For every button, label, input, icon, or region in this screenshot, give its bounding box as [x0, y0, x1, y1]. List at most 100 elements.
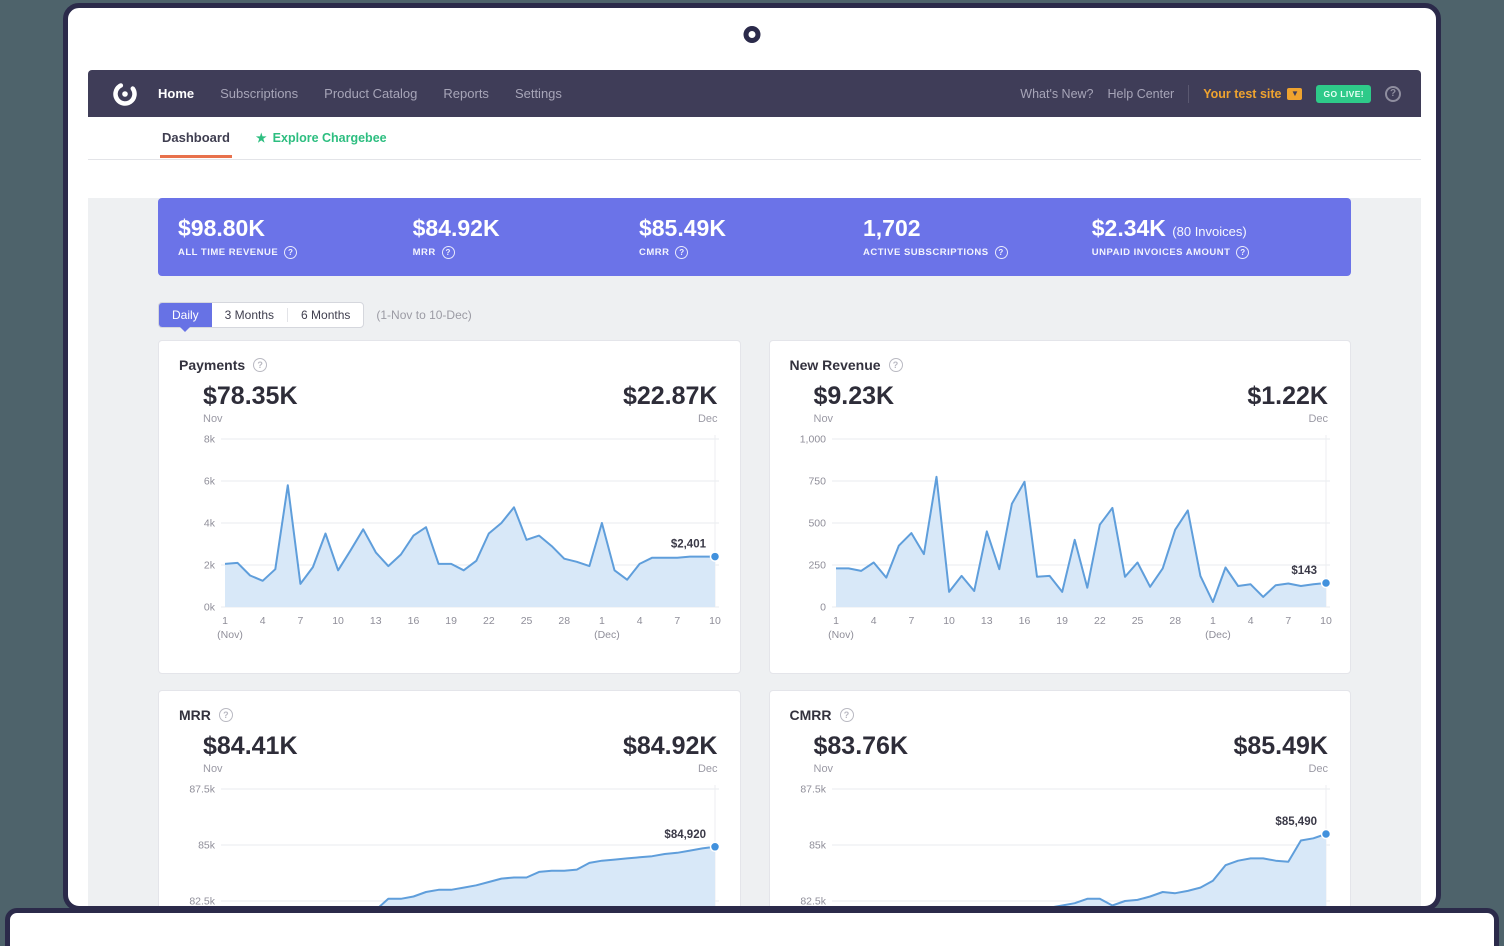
star-icon: ★	[256, 132, 267, 144]
stat-label: MRR	[413, 247, 436, 258]
stat-value: $98.80K	[178, 215, 413, 241]
nav-item-home[interactable]: Home	[158, 86, 194, 101]
nov-label: Nov	[814, 763, 909, 775]
svg-text:28: 28	[1169, 615, 1181, 627]
svg-text:22: 22	[1094, 615, 1106, 627]
dashboard-body: $98.80K ALL TIME REVENUE ? $84.92K MRR ?	[88, 198, 1421, 906]
stat-label: ACTIVE SUBSCRIPTIONS	[863, 247, 989, 258]
svg-text:4: 4	[260, 615, 266, 627]
svg-text:0k: 0k	[204, 601, 216, 613]
svg-text:1: 1	[833, 615, 839, 627]
card-title: New Revenue	[790, 357, 881, 373]
svg-text:4: 4	[1247, 615, 1253, 627]
stat-extra: (80 Invoices)	[1172, 224, 1246, 239]
svg-text:19: 19	[1056, 615, 1068, 627]
period-daily-button[interactable]: Daily	[159, 303, 212, 327]
svg-text:10: 10	[1320, 615, 1332, 627]
summary-banner: $98.80K ALL TIME REVENUE ? $84.92K MRR ?	[158, 198, 1351, 276]
chargebee-logo-icon[interactable]	[110, 79, 140, 109]
laptop-screen: Home Subscriptions Product Catalog Repor…	[63, 3, 1441, 911]
period-segmented-control: Daily 3 Months 6 Months	[158, 302, 364, 328]
tab-bar: Dashboard ★ Explore Chargebee	[88, 117, 1421, 160]
question-icon[interactable]: ?	[675, 246, 688, 259]
stat-value: $2.34K (80 Invoices)	[1092, 215, 1351, 241]
dec-value: $84.92K	[623, 733, 718, 761]
svg-text:10: 10	[943, 615, 955, 627]
dec-label: Dec	[623, 413, 718, 425]
nov-label: Nov	[203, 763, 298, 775]
help-center-link[interactable]: Help Center	[1108, 87, 1175, 101]
svg-text:82.5k: 82.5k	[800, 895, 826, 906]
explore-chargebee-label: Explore Chargebee	[273, 131, 387, 145]
svg-text:250: 250	[808, 559, 826, 571]
question-icon[interactable]: ?	[253, 358, 267, 372]
nav-item-settings[interactable]: Settings	[515, 86, 562, 101]
svg-text:10: 10	[332, 615, 344, 627]
stat-unpaid-invoices: $2.34K (80 Invoices) UNPAID INVOICES AMO…	[1092, 215, 1351, 258]
stat-active-subscriptions: 1,702 ACTIVE SUBSCRIPTIONS ?	[863, 215, 1092, 258]
stat-cmrr: $85.49K CMRR ?	[639, 215, 863, 258]
mrr-card: MRR ? $84.41K Nov $84.92K Dec	[158, 690, 741, 906]
svg-text:(Dec): (Dec)	[1205, 629, 1231, 641]
question-icon[interactable]: ?	[219, 708, 233, 722]
svg-text:$84,920: $84,920	[664, 828, 706, 840]
svg-text:1: 1	[599, 615, 605, 627]
dec-label: Dec	[623, 763, 718, 775]
svg-text:$85,490: $85,490	[1275, 816, 1317, 828]
payments-chart: 0k2k4k6k8k$2,4011(Nov)47101316192225281(…	[179, 429, 725, 641]
svg-text:28: 28	[558, 615, 570, 627]
nav-item-product-catalog[interactable]: Product Catalog	[324, 86, 417, 101]
chargebee-app: Home Subscriptions Product Catalog Repor…	[88, 70, 1421, 906]
svg-text:82.5k: 82.5k	[189, 895, 215, 906]
explore-chargebee-link[interactable]: ★ Explore Chargebee	[256, 131, 387, 145]
nov-value: $84.41K	[203, 733, 298, 761]
svg-text:4: 4	[870, 615, 876, 627]
nav-item-reports[interactable]: Reports	[443, 86, 489, 101]
help-icon[interactable]: ?	[1385, 86, 1401, 102]
cmrr-card: CMRR ? $83.76K Nov $85.49K Dec	[769, 690, 1352, 906]
stat-label: CMRR	[639, 247, 670, 258]
svg-text:4: 4	[637, 615, 643, 627]
question-icon[interactable]: ?	[284, 246, 297, 259]
period-3-months-button[interactable]: 3 Months	[212, 303, 287, 327]
question-icon[interactable]: ?	[889, 358, 903, 372]
svg-text:$2,401: $2,401	[671, 538, 707, 550]
stat-value: $84.92K	[413, 215, 639, 241]
question-icon[interactable]: ?	[995, 246, 1008, 259]
period-6-months-button[interactable]: 6 Months	[288, 303, 363, 327]
stat-mrr: $84.92K MRR ?	[413, 215, 639, 258]
question-icon[interactable]: ?	[442, 246, 455, 259]
stat-label: UNPAID INVOICES AMOUNT	[1092, 247, 1231, 258]
svg-text:25: 25	[521, 615, 533, 627]
new-revenue-chart: 02505007501,000$1431(Nov)471013161922252…	[790, 429, 1336, 641]
camera-dot-icon	[744, 26, 761, 43]
nov-label: Nov	[814, 413, 895, 425]
tab-dashboard[interactable]: Dashboard	[160, 118, 232, 158]
question-icon[interactable]: ?	[840, 708, 854, 722]
dec-label: Dec	[1233, 763, 1328, 775]
nov-value: $9.23K	[814, 383, 895, 411]
svg-text:10: 10	[709, 615, 721, 627]
svg-text:6k: 6k	[204, 475, 216, 487]
site-selector[interactable]: Your test site ▼	[1203, 87, 1302, 101]
laptop-base	[5, 908, 1499, 946]
go-live-button[interactable]: GO LIVE!	[1316, 85, 1371, 103]
svg-text:85k: 85k	[809, 839, 827, 851]
nov-label: Nov	[203, 413, 298, 425]
svg-text:(Dec): (Dec)	[594, 629, 620, 641]
stat-value: 1,702	[863, 215, 1092, 241]
nav-item-subscriptions[interactable]: Subscriptions	[220, 86, 298, 101]
svg-text:$143: $143	[1291, 564, 1317, 576]
nav-divider	[1188, 85, 1189, 103]
whats-new-link[interactable]: What's New?	[1020, 87, 1093, 101]
tab-dashboard-label: Dashboard	[162, 130, 230, 145]
new-revenue-card: New Revenue ? $9.23K Nov $1.22K Dec	[769, 340, 1352, 674]
card-title: CMRR	[790, 707, 832, 723]
svg-text:13: 13	[370, 615, 382, 627]
svg-text:85k: 85k	[198, 839, 216, 851]
nav-menu: Home Subscriptions Product Catalog Repor…	[158, 86, 562, 101]
svg-text:87.5k: 87.5k	[189, 783, 215, 795]
nav-right-group: What's New? Help Center Your test site ▼…	[1020, 85, 1401, 103]
question-icon[interactable]: ?	[1236, 246, 1249, 259]
svg-text:750: 750	[808, 475, 826, 487]
